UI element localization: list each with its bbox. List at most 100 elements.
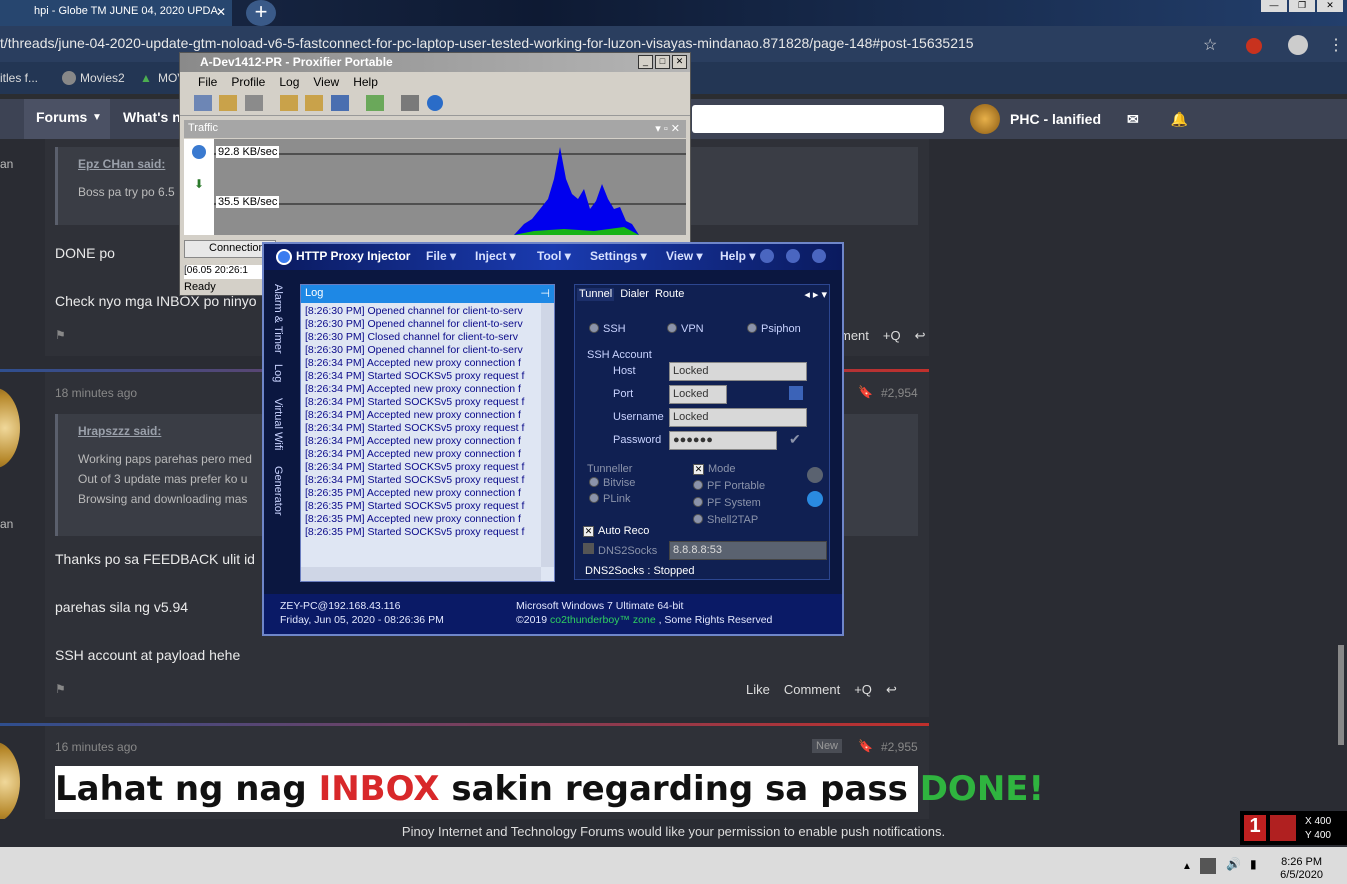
port-field[interactable]: Locked — [669, 385, 727, 404]
tray-icon[interactable] — [1200, 858, 1216, 874]
toolbar-icon[interactable] — [305, 95, 324, 111]
host-field[interactable]: Locked — [669, 362, 807, 381]
menu-file[interactable]: File ▾ — [426, 249, 456, 263]
bookmark-item[interactable]: itles f... — [0, 71, 38, 85]
maximize-button[interactable]: □ — [655, 55, 670, 69]
reply-icon[interactable]: ↩ — [915, 328, 926, 344]
scrollbar-thumb[interactable] — [1338, 645, 1344, 745]
copyright-link[interactable]: co2thunderboy™ zone — [550, 614, 656, 626]
mode-vpn[interactable]: VPN — [667, 323, 704, 335]
toolbar-icon[interactable] — [280, 95, 299, 111]
toolbar-icon[interactable] — [219, 95, 238, 111]
mode-pf-system[interactable]: PF System — [693, 497, 761, 509]
tab-dialer[interactable]: Dialer — [620, 288, 649, 301]
menu-settings[interactable]: Settings ▾ — [590, 249, 647, 263]
dns2socks-checkbox[interactable]: DNS2Socks — [583, 543, 657, 557]
like-button[interactable]: Like — [746, 682, 770, 698]
gear-icon[interactable] — [807, 467, 823, 483]
checkmark-icon[interactable]: ✔ — [789, 431, 801, 448]
menu-view[interactable]: View ▾ — [666, 249, 703, 263]
tab-alarm-timer[interactable]: Alarm & Timer — [272, 284, 284, 354]
volume-icon[interactable]: 🔊 — [1226, 857, 1241, 871]
refresh-icon[interactable] — [807, 491, 823, 507]
maximize-icon[interactable] — [786, 249, 800, 263]
new-tab-button[interactable]: + — [246, 0, 276, 26]
menu-tool[interactable]: Tool ▾ — [537, 249, 571, 263]
menu-inject[interactable]: Inject ▾ — [475, 249, 516, 263]
password-field[interactable]: ●●●●●● — [669, 431, 777, 450]
search-input[interactable] — [692, 105, 944, 133]
browser-tab[interactable]: hpi - Globe TM JUNE 04, 2020 UPDA ✕ — [0, 0, 232, 26]
auto-reco-checkbox[interactable]: ✕ Auto Reco — [583, 525, 649, 537]
bookmark-item[interactable]: Movies2 — [80, 71, 125, 85]
tab-scroll-icon[interactable]: ◂ ▸ ▾ — [804, 288, 827, 301]
menu-kebab-icon[interactable]: ⋮ — [1328, 35, 1344, 55]
bookmark-icon[interactable]: 🔖 — [858, 385, 873, 399]
mode-ssh[interactable]: SSH — [589, 323, 626, 335]
print-icon[interactable] — [401, 95, 420, 111]
comment-button[interactable]: ment — [840, 328, 869, 344]
tunneller-bitvise[interactable]: Bitvise — [589, 477, 635, 489]
nav-forums[interactable]: Forums — [36, 109, 87, 125]
tab-virtual-wifi[interactable]: Virtual Wifi — [272, 398, 284, 450]
post-number[interactable]: #2,955 — [881, 740, 918, 754]
save-icon[interactable] — [330, 95, 349, 111]
profile-icon[interactable] — [1288, 35, 1308, 55]
chevron-down-icon[interactable]: ▼ — [92, 112, 102, 123]
toolbar-icon[interactable] — [366, 95, 385, 111]
mode-shell2tap[interactable]: Shell2TAP — [693, 514, 758, 526]
vertical-scrollbar[interactable] — [541, 303, 554, 567]
tunneller-plink[interactable]: PLink — [589, 493, 631, 505]
close-window-button[interactable]: ✕ — [1317, 0, 1343, 12]
signal-icon[interactable]: ▮ — [1250, 857, 1257, 871]
menu-help[interactable]: Help — [353, 75, 378, 89]
tab-route[interactable]: Route — [655, 288, 684, 301]
report-flag-icon[interactable]: ⚑ — [55, 328, 66, 342]
minimize-button[interactable]: _ — [638, 55, 653, 69]
user-menu[interactable]: PHC - lanified ✉ 🔔 — [970, 104, 1188, 134]
menu-profile[interactable]: Profile — [231, 75, 265, 89]
menu-log[interactable]: Log — [279, 75, 299, 89]
hpi-titlebar[interactable]: HTTP Proxy Injector File ▾ Inject ▾ Tool… — [264, 244, 842, 270]
toolbar-icon[interactable] — [244, 95, 263, 111]
minimize-icon[interactable] — [760, 249, 774, 263]
menu-view[interactable]: View — [313, 75, 339, 89]
mode-checkbox[interactable]: ✕ Mode — [693, 463, 736, 475]
bookmark-star-icon[interactable]: ☆ — [1203, 35, 1217, 55]
quote-button[interactable]: +Q — [883, 328, 901, 344]
menu-file[interactable]: File — [198, 75, 217, 89]
reply-icon[interactable]: ↩ — [886, 682, 897, 698]
close-panel-icon[interactable]: ▾ ▫ ✕ — [655, 122, 680, 135]
log-line: [8:26:34 PM] Started SOCKSv5 proxy reque… — [305, 422, 525, 434]
tab-log[interactable]: Log — [272, 364, 284, 382]
extension-icon[interactable] — [1246, 38, 1262, 54]
close-icon[interactable] — [812, 249, 826, 263]
toolbar-icon[interactable] — [194, 95, 212, 111]
save-icon[interactable] — [789, 386, 803, 400]
tab-tunnel[interactable]: Tunnel — [577, 288, 615, 301]
username-field[interactable]: Locked — [669, 408, 807, 427]
mode-pf-portable[interactable]: PF Portable — [693, 480, 765, 492]
close-window-button[interactable]: ✕ — [672, 55, 687, 69]
maximize-button[interactable]: ❐ — [1289, 0, 1315, 12]
menu-label: Help — [720, 249, 747, 263]
pin-icon[interactable]: ⊣ — [540, 287, 550, 300]
proxifier-titlebar[interactable]: A-Dev1412-PR - Proxifier Portable — [180, 53, 690, 72]
quote-button[interactable]: +Q — [854, 682, 872, 698]
clock[interactable]: 8:26 PM 6/5/2020 — [1280, 856, 1323, 882]
help-icon[interactable] — [426, 95, 443, 111]
mail-icon[interactable]: ✉ — [1127, 111, 1139, 128]
tray-expand-icon[interactable]: ▲ — [1182, 861, 1192, 872]
close-tab-icon[interactable]: ✕ — [216, 5, 226, 19]
comment-button[interactable]: Comment — [784, 682, 840, 698]
dns-field[interactable]: 8.8.8.8:53 — [669, 541, 827, 560]
report-flag-icon[interactable]: ⚑ — [55, 682, 66, 696]
tab-generator[interactable]: Generator — [272, 466, 284, 516]
horizontal-scrollbar[interactable] — [301, 567, 541, 581]
menu-help[interactable]: Help ▾ — [720, 249, 755, 263]
post-number[interactable]: #2,954 — [881, 386, 918, 400]
minimize-button[interactable]: — — [1261, 0, 1287, 12]
bell-icon[interactable]: 🔔 — [1171, 111, 1188, 128]
bookmark-icon[interactable]: 🔖 — [858, 739, 873, 753]
mode-psiphon[interactable]: Psiphon — [747, 323, 801, 335]
